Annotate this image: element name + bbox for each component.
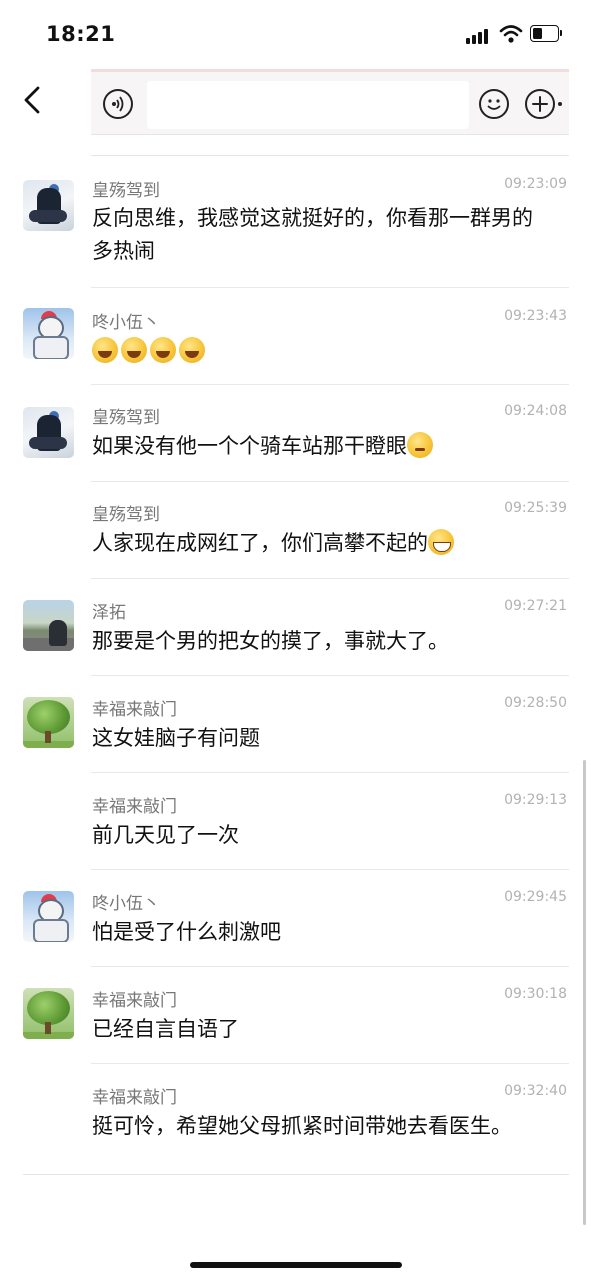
message-item[interactable]: 幸福来敲门 09:30:18 已经自言自语了	[0, 969, 591, 1063]
separator	[91, 1063, 569, 1064]
sender-name: 咚小伍丶	[92, 894, 160, 914]
battery-icon	[530, 25, 562, 42]
sender-name: 幸福来敲门	[92, 797, 177, 817]
message-text: 前几天见了一次	[92, 823, 239, 847]
message-item[interactable]: 泽拓 09:27:21 那要是个男的把女的摸了，事就大了。	[0, 581, 591, 675]
separator	[91, 869, 569, 870]
message-input-bar	[91, 69, 569, 135]
back-button[interactable]	[18, 84, 48, 116]
divider	[23, 1174, 569, 1175]
sender-name: 幸福来敲门	[92, 991, 177, 1011]
message-text-content: 人家现在成网红了，你们高攀不起的	[92, 531, 428, 555]
message-time: 09:28:50	[504, 695, 567, 711]
emoji-button[interactable]	[479, 89, 509, 119]
scrollbar[interactable]	[583, 760, 586, 1225]
message-time: 09:25:39	[504, 500, 567, 516]
separator	[91, 966, 569, 967]
status-bar: 18:21	[0, 0, 591, 64]
message-text: 挺可怜，希望她父母抓紧时间带她去看医生。	[92, 1114, 512, 1138]
sender-name: 皇殇驾到	[92, 505, 160, 525]
message-text-content: 如果没有他一个个骑车站那干瞪眼	[92, 434, 407, 458]
message-text: 这女娃脑子有问题	[92, 726, 260, 750]
avatar[interactable]	[23, 180, 74, 231]
message-time: 09:32:40	[504, 1083, 567, 1099]
plus-icon	[532, 96, 548, 112]
message-time: 09:29:45	[504, 889, 567, 905]
sender-name: 幸福来敲门	[92, 700, 177, 720]
message-time: 09:30:18	[504, 986, 567, 1002]
grin-emoji	[428, 529, 454, 555]
voice-icon	[112, 96, 124, 112]
sender-name: 皇殇驾到	[92, 181, 160, 201]
separator	[91, 578, 569, 579]
thinking-emoji	[407, 432, 433, 458]
home-indicator[interactable]	[190, 1262, 402, 1268]
message-time: 09:27:21	[504, 598, 567, 614]
avatar[interactable]	[23, 308, 74, 359]
more-button[interactable]	[525, 89, 555, 119]
dot-icon	[558, 102, 562, 106]
wifi-icon	[499, 25, 523, 43]
message-text: 如果没有他一个个骑车站那干瞪眼	[92, 430, 552, 463]
laugh-cry-emoji	[150, 337, 176, 363]
separator	[91, 675, 569, 676]
laugh-cry-emoji	[179, 337, 205, 363]
message-time: 09:23:09	[504, 176, 567, 192]
avatar[interactable]	[23, 600, 74, 651]
separator	[91, 481, 569, 482]
message-text: 怕是受了什么刺激吧	[92, 920, 281, 944]
sender-name: 咚小伍丶	[92, 313, 160, 333]
message-text-field[interactable]	[147, 81, 469, 129]
separator	[91, 287, 569, 288]
sender-name: 泽拓	[92, 603, 126, 623]
message-text: 反向思维，我感觉这就挺好的，你看那一群男的多热闹	[92, 206, 533, 263]
status-time: 18:21	[46, 22, 116, 46]
message-time: 09:23:43	[504, 308, 567, 324]
message-text: 那要是个男的把女的摸了，事就大了。	[92, 629, 449, 653]
signal-icon	[466, 28, 494, 44]
message-item[interactable]: 幸福来敲门 09:29:13 前几天见了一次	[0, 775, 591, 869]
laugh-cry-emoji	[121, 337, 147, 363]
divider	[91, 155, 569, 156]
message-text: 人家现在成网红了，你们高攀不起的	[92, 527, 552, 560]
sender-name: 皇殇驾到	[92, 408, 160, 428]
message-item[interactable]: 皇殇驾到 09:23:09 反向思维，我感觉这就挺好的，你看那一群男的多热闹	[0, 160, 591, 286]
avatar[interactable]	[23, 407, 74, 458]
sender-name: 幸福来敲门	[92, 1088, 177, 1108]
message-item[interactable]: 咚小伍丶 09:29:45 怕是受了什么刺激吧	[0, 872, 591, 966]
separator	[91, 772, 569, 773]
message-time: 09:29:13	[504, 792, 567, 808]
message-time: 09:24:08	[504, 403, 567, 419]
smile-icon	[487, 99, 501, 110]
message-item[interactable]: 幸福来敲门 09:32:40 挺可怜，希望她父母抓紧时间带她去看医生。	[0, 1066, 591, 1166]
message-item[interactable]: 皇殇驾到 09:25:39 人家现在成网红了，你们高攀不起的	[0, 484, 591, 578]
message-item[interactable]: 咚小伍丶 09:23:43	[0, 290, 591, 384]
voice-button[interactable]	[103, 89, 133, 119]
message-item[interactable]: 皇殇驾到 09:24:08 如果没有他一个个骑车站那干瞪眼	[0, 387, 591, 481]
laugh-cry-emoji	[92, 337, 118, 363]
avatar[interactable]	[23, 988, 74, 1039]
message-item[interactable]: 幸福来敲门 09:28:50 这女娃脑子有问题	[0, 678, 591, 772]
separator	[91, 384, 569, 385]
message-text	[92, 335, 552, 368]
avatar[interactable]	[23, 697, 74, 748]
message-text: 已经自言自语了	[92, 1017, 239, 1041]
avatar[interactable]	[23, 891, 74, 942]
